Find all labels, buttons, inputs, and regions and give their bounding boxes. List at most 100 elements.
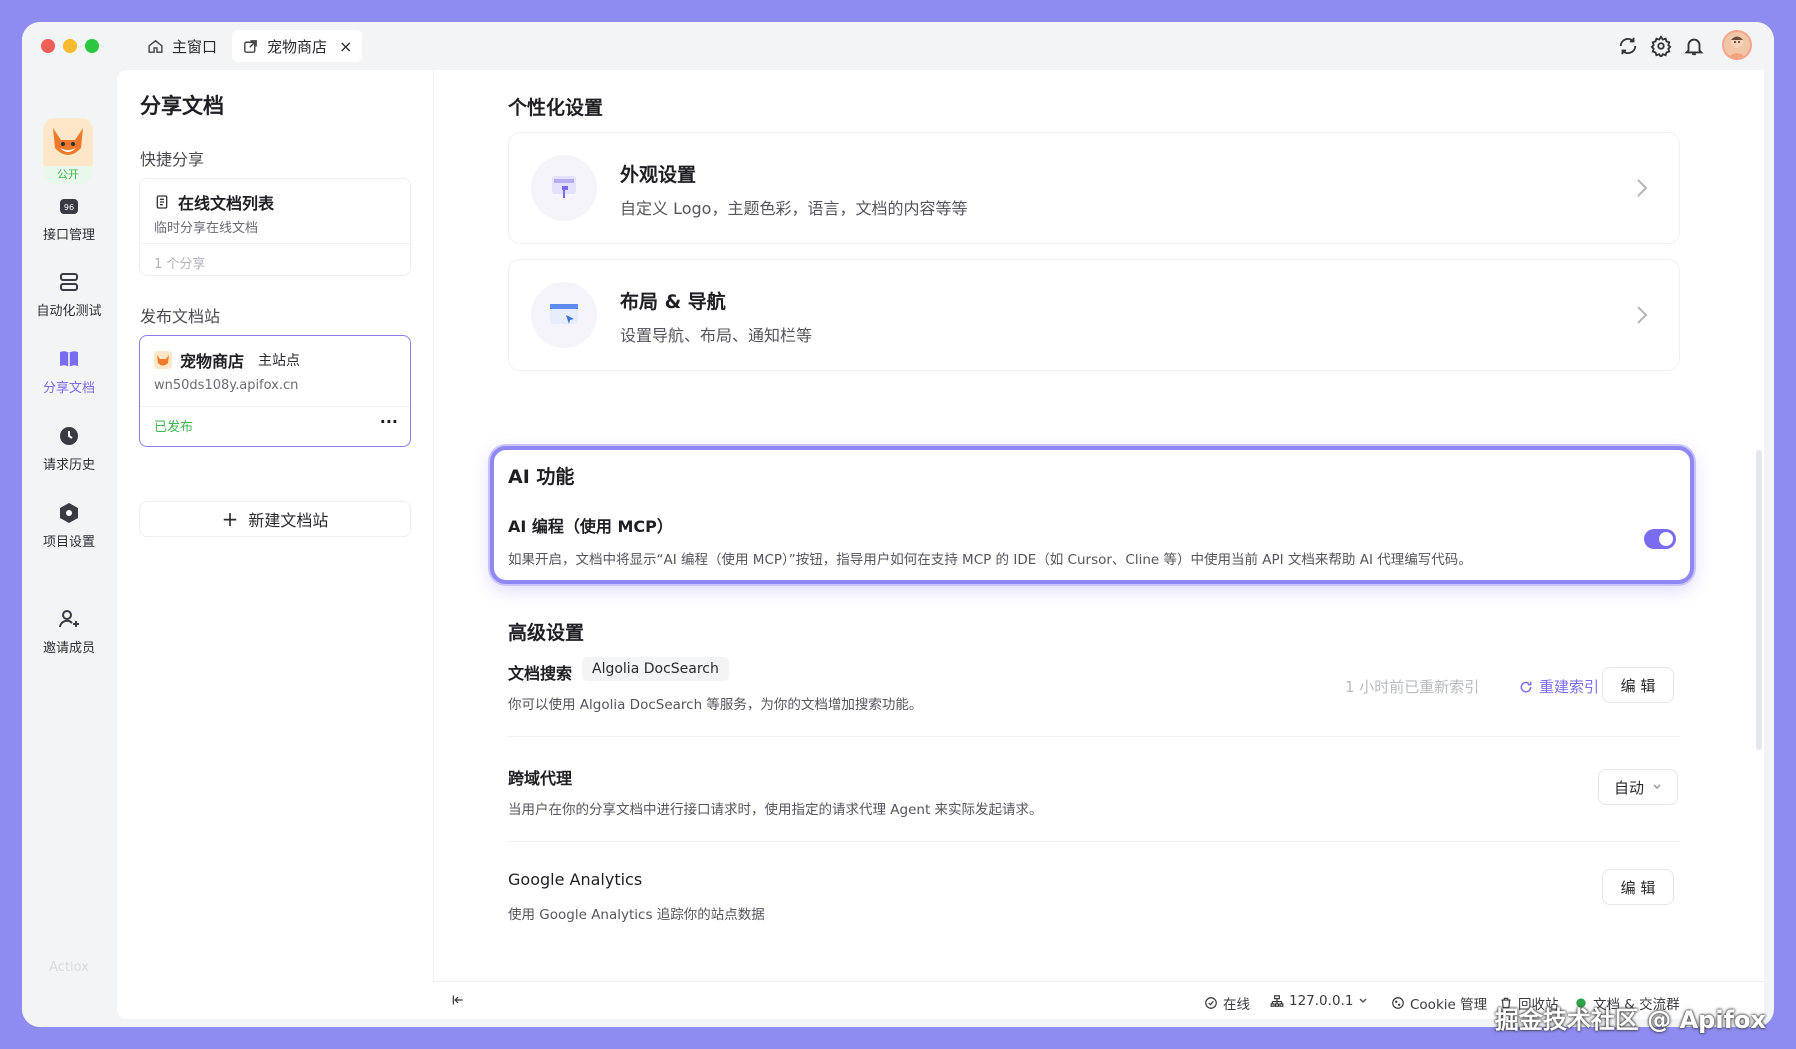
online-status[interactable]: 在线 [1204,993,1250,1013]
personalization-heading: 个性化设置 [508,97,604,119]
collapse-sidebar-button[interactable] [451,993,465,1007]
project-logo[interactable]: 公开 [43,118,93,184]
more-options-icon[interactable]: ··· [380,412,398,431]
layout-navigation-card[interactable]: 布局 & 导航 设置导航、布局、通知栏等 [508,259,1680,371]
site-status: 已发布 [154,420,194,435]
api-icon: 96 [60,199,78,214]
network-icon [1270,995,1284,1007]
card-divider [140,243,410,244]
user-avatar[interactable] [1722,30,1752,60]
doc-site-card[interactable]: 宠物商店 主站点 wn50ds108y.apifox.cn 已发布 ··· [139,335,411,447]
nav-project-settings[interactable]: 项目设置 [22,501,116,550]
tab-main-window[interactable]: 主窗口 [137,30,227,62]
nav-label: 项目设置 [42,535,95,550]
appearance-desc: 自定义 Logo，主题色彩，语言，文档的内容等等 [620,199,968,218]
algolia-tag: Algolia DocSearch [582,657,729,681]
settings-hex-icon [60,503,78,523]
cors-proxy-label: 跨域代理 [508,769,573,788]
nav-label: 接口管理 [42,228,95,243]
close-window-button[interactable] [41,39,55,53]
cors-proxy-row: 跨域代理 当用户在你的分享文档中进行接口请求时，使用指定的请求代理 Agent … [508,765,1680,869]
check-circle-icon [1205,997,1217,1009]
layout-cursor-icon [531,282,597,348]
brand-watermark: Actiox [49,960,89,975]
fox-small-icon [154,351,172,369]
book-icon [60,351,78,367]
layout-desc: 设置导航、布局、通知栏等 [620,326,813,345]
chevron-down-icon [1653,784,1661,790]
nav-label: 分享文档 [42,381,95,396]
document-icon [156,195,168,209]
nav-request-history[interactable]: 请求历史 [22,424,116,473]
nav-automation-test[interactable]: 自动化测试 [22,270,116,319]
new-doc-site-label: 新建文档站 [248,511,329,530]
collapse-left-icon [452,995,463,1005]
cookie-manager[interactable]: Cookie 管理 [1391,993,1487,1013]
add-user-icon [59,610,79,628]
project-visibility-tag: 公开 [43,166,93,184]
online-doc-title: 在线文档列表 [154,190,274,214]
title-bar: 主窗口 宠物商店 × [22,22,1774,70]
share-docs-panel: 分享文档 快捷分享 在线文档列表 临时分享在线文档 1 个分享 发布文档站 宠物… [117,70,433,1019]
chevron-down-icon [1359,998,1367,1004]
minimize-window-button[interactable] [63,39,77,53]
google-analytics-label: Google Analytics [508,870,643,889]
ai-mcp-label: AI 编程（使用 MCP） [508,517,673,536]
refresh-icon[interactable] [1617,35,1639,57]
appearance-settings-card[interactable]: 外观设置 自定义 Logo，主题色彩，语言，文档的内容等等 [508,132,1680,244]
site-url: wn50ds108y.apifox.cn [154,378,299,393]
cookie-icon [1392,997,1404,1009]
google-analytics-edit-button[interactable]: 编 辑 [1602,869,1674,905]
left-nav: 公开 96 接口管理 自动化测试 分享文档 请求历史 项目设置 邀请成员 Act… [22,70,116,1027]
layout-title: 布局 & 导航 [620,291,726,313]
database-icon [60,273,78,291]
nav-share-docs[interactable]: 分享文档 [22,347,116,396]
tab-label: 主窗口 [172,37,218,56]
advanced-settings-heading: 高级设置 [508,622,585,644]
clock-icon [60,427,78,445]
main-site-tag: 主站点 [258,353,301,369]
doc-search-label: 文档搜索 [508,664,573,683]
watermark-text: 掘金技术社区 @ Apifox [1494,1006,1766,1034]
host-selector[interactable]: 127.0.0.1 [1270,993,1368,1009]
ai-feature-section: AI 功能 AI 编程（使用 MCP） 如果开启，文档中将显示“AI 编程（使用… [490,446,1694,584]
nav-label: 邀请成员 [42,641,95,656]
tab-label: 宠物商店 [267,37,328,56]
appearance-title: 外观设置 [620,164,697,186]
bell-icon[interactable] [1683,35,1705,57]
doc-search-row: 文档搜索 Algolia DocSearch 你可以使用 Algolia Doc… [508,657,1680,764]
tab-pet-store[interactable]: 宠物商店 × [232,30,363,62]
paint-roller-icon [531,155,597,221]
cors-proxy-select[interactable]: 自动 [1598,769,1678,805]
reindex-button[interactable]: 重建索引 [1519,676,1599,697]
new-doc-site-button[interactable]: + 新建文档站 [139,501,411,537]
tab-close-icon[interactable]: × [339,37,352,56]
gear-icon[interactable] [1650,35,1672,59]
fox-logo-icon [53,128,83,155]
index-status: 1 小时前已重新索引 [1345,678,1480,696]
site-name: 宠物商店 主站点 [154,348,300,372]
app-window: 主窗口 宠物商店 × 公开 96 接口管理 自动化测试 分享文档 请求历史 项目… [22,22,1774,1027]
ai-mcp-toggle[interactable] [1644,529,1676,549]
nav-invite-members[interactable]: 邀请成员 [22,607,116,656]
doc-search-edit-button[interactable]: 编 辑 [1602,667,1674,703]
online-doc-list-card[interactable]: 在线文档列表 临时分享在线文档 1 个分享 [139,178,411,276]
panel-title: 分享文档 [140,94,224,118]
ai-mcp-desc: 如果开启，文档中将显示“AI 编程（使用 MCP）”按钮，指导用户如何在支持 M… [508,552,1472,568]
settings-main: 个性化设置 外观设置 自定义 Logo，主题色彩，语言，文档的内容等等 布局 &… [433,70,1764,1019]
nav-label: 自动化测试 [36,304,102,319]
online-doc-subtitle: 临时分享在线文档 [154,221,259,236]
refresh-small-icon [1520,681,1532,692]
maximize-window-button[interactable] [85,39,99,53]
plus-icon: + [221,507,239,531]
cors-proxy-desc: 当用户在你的分享文档中进行接口请求时，使用指定的请求代理 Agent 来实际发起… [508,802,1043,818]
ai-section-title: AI 功能 [508,466,575,488]
card-divider [140,406,410,407]
nav-api-management[interactable]: 96 接口管理 [22,194,116,243]
scrollbar[interactable] [1756,450,1762,750]
quick-share-heading: 快捷分享 [140,150,205,169]
row-divider [508,736,1680,737]
toggle-knob [1659,532,1673,546]
home-icon [148,39,163,53]
svg-text:96: 96 [64,203,74,212]
